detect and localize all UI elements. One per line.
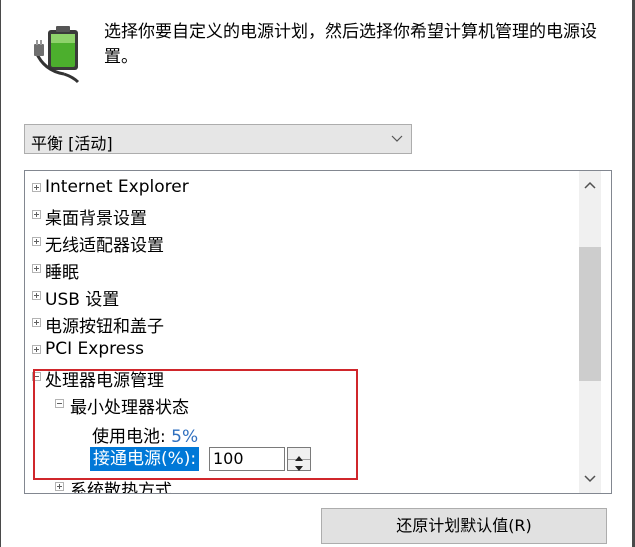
expand-plus-icon[interactable] (32, 237, 41, 246)
power-plan-select[interactable]: 平衡 [活动] (24, 124, 412, 154)
battery-setting-label: 使用电池: (92, 427, 166, 447)
ac-setting-row[interactable]: 接通电源(%): 100 (25, 447, 325, 474)
window-border-left (0, 0, 1, 547)
collapse-minus-icon[interactable] (32, 372, 41, 381)
restore-defaults-button[interactable]: 还原计划默认值(R) (321, 508, 607, 544)
scrollbar-thumb[interactable] (579, 247, 601, 381)
expand-plus-icon[interactable] (32, 318, 41, 327)
expand-plus-icon[interactable] (32, 183, 41, 192)
scroll-down-arrow-icon[interactable] (584, 475, 596, 483)
expand-plus-icon[interactable] (55, 482, 64, 491)
scroll-up-arrow-icon[interactable] (584, 181, 596, 189)
power-plan-icon (34, 22, 90, 84)
tree-vertical-scrollbar[interactable] (579, 171, 601, 493)
ac-setting-label: 接通电源(%): (90, 447, 200, 471)
ac-value-spinner[interactable] (287, 447, 311, 471)
battery-setting-value[interactable]: 5% (171, 427, 198, 447)
power-plan-selected-value: 平衡 [活动] (31, 134, 113, 153)
header-description: 选择你要自定义的电源计划，然后选择你希望计算机管理的电源设置。 (104, 22, 597, 67)
expand-plus-icon[interactable] (32, 291, 41, 300)
power-settings-tree[interactable]: Internet Explorer 桌面背景设置 无线适配器设置 睡眠 USB … (24, 170, 612, 494)
expand-plus-icon[interactable] (32, 345, 41, 354)
expand-plus-icon[interactable] (32, 264, 41, 273)
ac-value-input[interactable]: 100 (209, 447, 285, 471)
collapse-minus-icon[interactable] (55, 399, 64, 408)
expand-plus-icon[interactable] (32, 210, 41, 219)
chevron-down-icon (391, 135, 403, 142)
spin-down-icon[interactable] (288, 459, 310, 471)
